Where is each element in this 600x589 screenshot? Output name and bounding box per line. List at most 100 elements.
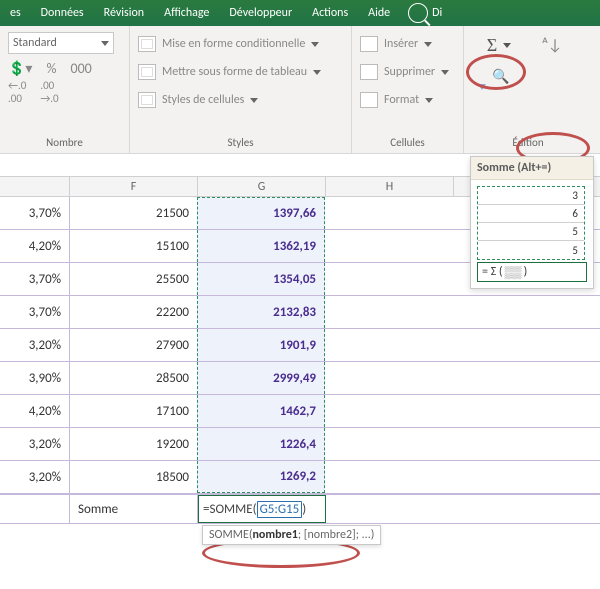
menu-item-developpeur[interactable]: Développeur xyxy=(219,0,302,26)
chevron-down-icon xyxy=(311,42,319,47)
col-header-H[interactable]: H xyxy=(326,177,454,196)
formula-suffix: ) xyxy=(302,502,306,517)
label: Format xyxy=(384,93,419,107)
cell[interactable]: 28500 xyxy=(70,362,198,394)
group-edit: Σ ᴬ↓ 🔍 Édition xyxy=(464,26,592,153)
cell[interactable]: 3,20% xyxy=(0,329,70,361)
menu-item-actions[interactable]: Actions xyxy=(302,0,358,26)
cell[interactable]: 3,90% xyxy=(0,362,70,394)
format-cells-icon xyxy=(360,92,378,108)
menu-item-donnees[interactable]: Données xyxy=(31,0,94,26)
group-cells: Insérer Supprimer Format Cellules xyxy=(352,26,464,153)
conditional-formatting-button[interactable]: Mise en forme conditionnelle xyxy=(138,32,343,56)
hint-fn: SOMME( xyxy=(209,528,252,542)
cell[interactable]: 17100 xyxy=(70,395,198,427)
formula-ref: G5:G15 xyxy=(257,501,303,518)
tooltip-title: Somme (Alt+=) xyxy=(471,157,593,180)
number-format-value: Standard xyxy=(13,36,57,50)
cell[interactable]: 4,20% xyxy=(0,395,70,427)
group-label: Styles xyxy=(138,136,343,151)
table-row: 3,90%285002999,49 xyxy=(0,362,600,395)
menu-item-revision[interactable]: Révision xyxy=(94,0,154,26)
search-icon[interactable] xyxy=(408,3,428,23)
cell-selected[interactable]: 1362,19 xyxy=(197,230,325,262)
col-header-G[interactable]: G xyxy=(198,177,326,196)
currency-icon[interactable]: 💲▾ xyxy=(8,58,32,78)
cell-selected[interactable]: 1354,05 xyxy=(197,263,325,295)
ribbon: Standard 💲▾ % 000 ←.0.00 .00→.0 Nombre M… xyxy=(0,26,600,154)
label: Styles de cellules xyxy=(162,93,244,107)
delete-button[interactable]: Supprimer xyxy=(360,60,455,84)
cell-selected[interactable]: 1226,4 xyxy=(197,428,325,460)
cell[interactable]: 15100 xyxy=(70,230,198,262)
cell-selected[interactable]: 1901,9 xyxy=(197,329,325,361)
thousands-icon[interactable]: 000 xyxy=(70,58,91,78)
cell-selected[interactable]: 2132,83 xyxy=(197,296,325,328)
sum-row: Somme =SOMME(G5:G15) xyxy=(0,494,600,524)
menu-item-aide[interactable]: Aide xyxy=(358,0,400,26)
formula-cell[interactable]: =SOMME(G5:G15) xyxy=(198,495,326,523)
cell-selected[interactable]: 2999,49 xyxy=(197,362,325,394)
format-button[interactable]: Format xyxy=(360,88,455,112)
mini-cell: 5 xyxy=(478,241,584,259)
sum-label-cell[interactable]: Somme xyxy=(70,495,198,523)
cell-selected[interactable]: 1462,7 xyxy=(197,395,325,427)
table-row: 3,20%185001269,2 xyxy=(0,461,600,494)
number-format-select[interactable]: Standard xyxy=(8,32,114,54)
label: Mettre sous forme de tableau xyxy=(162,65,307,79)
chevron-down-icon xyxy=(425,98,433,103)
table-format-icon xyxy=(138,64,156,80)
table-row: 3,20%279001901,9 xyxy=(0,329,600,362)
cell[interactable]: 25500 xyxy=(70,263,198,295)
cell-selected[interactable]: 1269,2 xyxy=(197,461,325,493)
format-as-table-button[interactable]: Mettre sous forme de tableau xyxy=(138,60,343,84)
chevron-down-icon xyxy=(503,43,511,48)
cell[interactable] xyxy=(0,495,70,523)
formula-prefix: =SOMME( xyxy=(203,502,257,517)
function-hint[interactable]: SOMME(nombre1; [nombre2]; ...) xyxy=(202,525,381,545)
mini-cell: 6 xyxy=(478,205,584,223)
cell[interactable]: 3,70% xyxy=(0,197,70,229)
autosum-button[interactable]: Σ xyxy=(472,32,526,58)
col-header-F[interactable]: F xyxy=(70,177,198,196)
mini-cell: 3 xyxy=(478,187,584,205)
cell[interactable]: 3,20% xyxy=(0,428,70,460)
insert-button[interactable]: Insérer xyxy=(360,32,455,56)
group-label: Cellules xyxy=(360,136,455,151)
cell[interactable]: 22200 xyxy=(70,296,198,328)
increase-decimal-icon[interactable]: ←.0.00 xyxy=(8,82,26,102)
mini-cell: 5 xyxy=(478,223,584,241)
sum-suffix: ) xyxy=(524,265,528,279)
hint-arg: nombre1 xyxy=(252,528,297,542)
percent-icon[interactable]: % xyxy=(46,58,56,78)
menu-item-affichage[interactable]: Affichage xyxy=(154,0,219,26)
cell[interactable]: 21500 xyxy=(70,197,198,229)
cell[interactable]: 3,70% xyxy=(0,263,70,295)
tooltip-mini-sum: = Σ ( ▒▒ ) xyxy=(477,262,587,282)
label: Insérer xyxy=(384,37,418,51)
menu-item[interactable]: es xyxy=(0,0,31,26)
cell[interactable]: 3,20% xyxy=(0,461,70,493)
menu-bar: es Données Révision Affichage Développeu… xyxy=(0,0,600,26)
label: Supprimer xyxy=(384,65,435,79)
insert-cells-icon xyxy=(360,36,378,52)
hint-rest: ; [nombre2]; ...) xyxy=(298,528,375,542)
chevron-down-icon xyxy=(101,41,109,46)
cond-format-icon xyxy=(138,36,156,52)
cell[interactable]: 4,20% xyxy=(0,230,70,262)
group-styles: Mise en forme conditionnelle Mettre sous… xyxy=(130,26,352,153)
cell-styles-icon xyxy=(138,92,156,108)
sort-filter-icon[interactable]: ᴬ↓ xyxy=(542,35,562,55)
cell[interactable]: 3,70% xyxy=(0,296,70,328)
cell-styles-button[interactable]: Styles de cellules xyxy=(138,88,343,112)
decrease-decimal-icon[interactable]: .00→.0 xyxy=(40,82,58,102)
col-header[interactable] xyxy=(0,177,70,196)
cell[interactable]: 27900 xyxy=(70,329,198,361)
cell-selected[interactable]: 1397,66 xyxy=(197,197,325,229)
cell[interactable]: 19200 xyxy=(70,428,198,460)
cell[interactable]: 18500 xyxy=(70,461,198,493)
find-select-icon[interactable]: 🔍 xyxy=(492,66,509,86)
table-row: 3,70%222002132,83 xyxy=(0,296,600,329)
group-label: Nombre xyxy=(8,136,121,151)
group-label: Édition xyxy=(472,136,584,151)
